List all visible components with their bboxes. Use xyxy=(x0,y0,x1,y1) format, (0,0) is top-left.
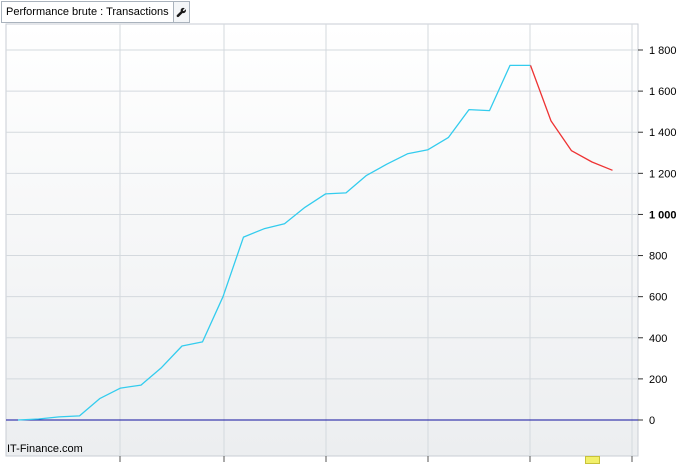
y-tick-label: 400 xyxy=(649,333,667,345)
performance-chart: 0 200 400 600 800 1 000 1 200 1 400 1 600 1 800 xyxy=(5,23,677,462)
y-tick-label: 1 600 xyxy=(649,86,677,98)
plot-background xyxy=(5,23,639,457)
y-tick-label: 0 xyxy=(649,415,655,427)
data-source-label: IT-Finance.com xyxy=(7,443,83,455)
y-tick-label: 1 400 xyxy=(649,127,677,139)
y-tick-label: 1 800 xyxy=(649,45,677,57)
y-axis-labels: 0 200 400 600 800 1 000 1 200 1 400 1 600 1 800 xyxy=(649,45,677,427)
y-tick-label: 600 xyxy=(649,292,667,304)
x-axis-ticks xyxy=(119,456,633,462)
y-axis-ticks xyxy=(638,49,643,421)
y-tick-label: 1 000 xyxy=(649,209,677,221)
y-tick-label: 200 xyxy=(649,374,667,386)
period-marker[interactable] xyxy=(585,456,600,464)
y-tick-label: 1 200 xyxy=(649,168,677,180)
y-tick-label: 800 xyxy=(649,251,667,263)
